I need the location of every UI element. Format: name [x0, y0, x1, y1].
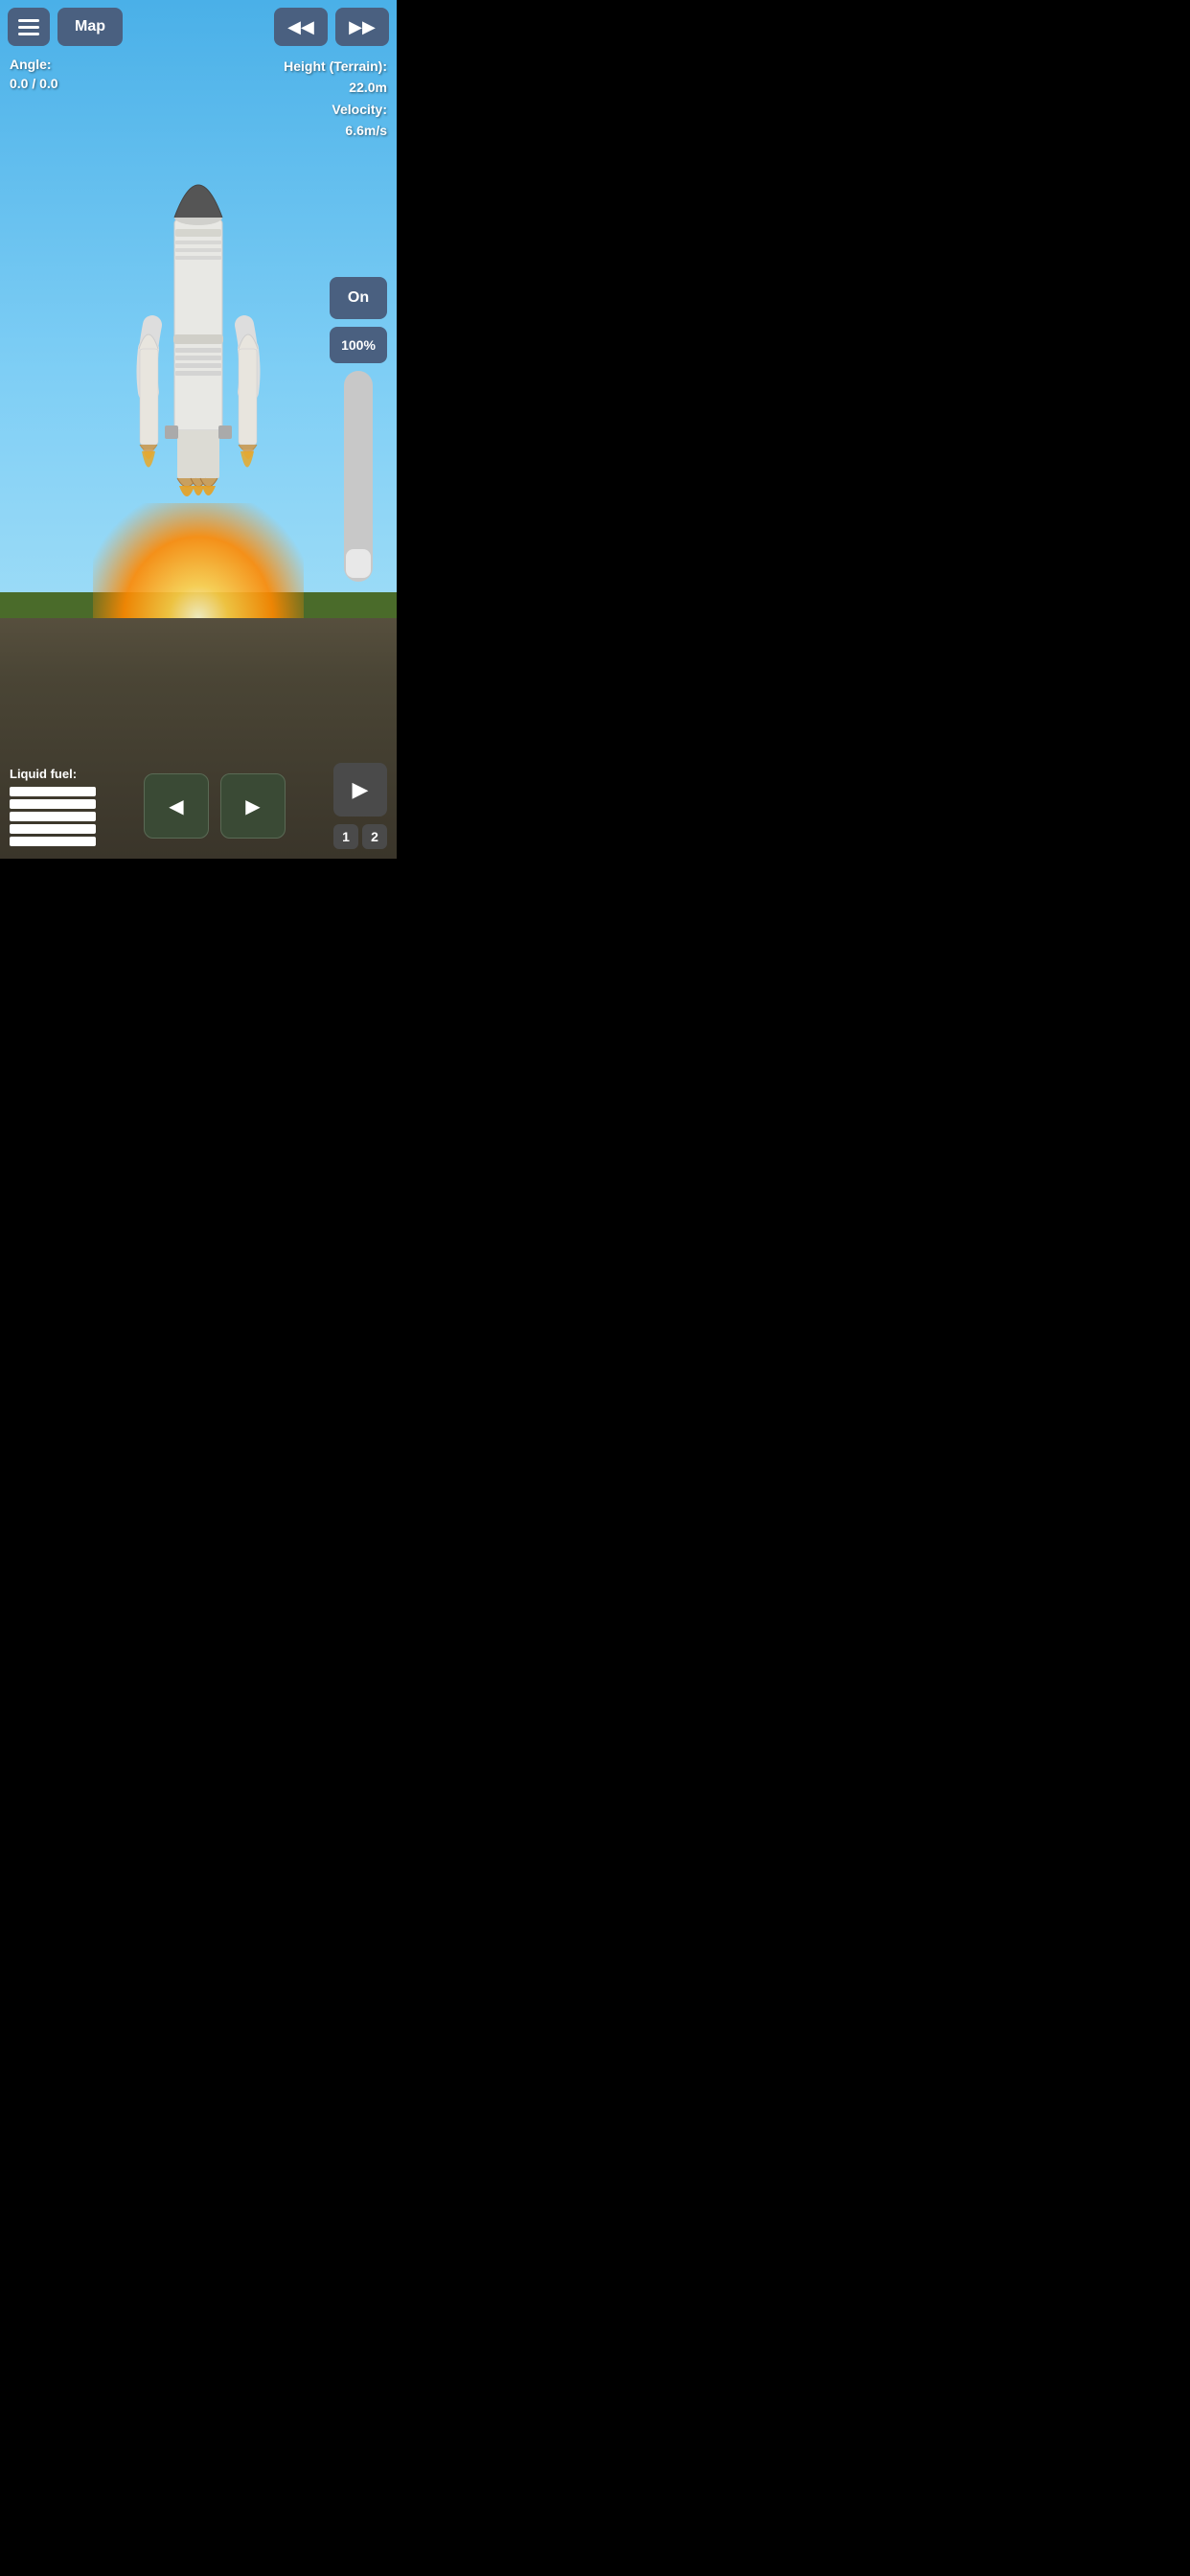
right-controls: On 100% [330, 277, 387, 582]
fuel-label: Liquid fuel: [10, 767, 96, 781]
fuel-bar-3 [10, 812, 96, 821]
stats-left: Angle: 0.0 / 0.0 [10, 56, 58, 93]
rewind-button[interactable]: ◀◀ [274, 8, 328, 46]
stage-2-button[interactable]: 2 [362, 824, 387, 849]
fuel-bar-1 [10, 787, 96, 796]
fuel-section: Liquid fuel: [10, 767, 96, 846]
engine-toggle-button[interactable]: On [330, 277, 387, 319]
fastforward-button[interactable]: ▶▶ [335, 8, 389, 46]
height-label: Height (Terrain): [284, 56, 387, 77]
throttle-handle[interactable] [346, 549, 371, 578]
velocity-label: Velocity: [284, 99, 387, 120]
rocket [112, 143, 285, 627]
angle-value: 0.0 / 0.0 [10, 75, 58, 94]
throttle-percent: 100% [330, 327, 387, 363]
velocity-value: 6.6m/s [284, 120, 387, 141]
stats-right: Height (Terrain): 22.0m Velocity: 6.6m/s [284, 56, 387, 142]
steer-right-button[interactable]: ▶ [220, 773, 286, 839]
top-right-controls: ◀◀ ▶▶ [274, 8, 389, 46]
height-value: 22.0m [284, 77, 387, 98]
fuel-bar-2 [10, 799, 96, 809]
stage-buttons: 1 2 [333, 824, 387, 849]
steer-buttons: ◀ ▶ [144, 773, 286, 839]
map-button[interactable]: Map [57, 8, 123, 46]
top-bar: Map ◀◀ ▶▶ [0, 0, 397, 54]
throttle-slider[interactable] [344, 371, 373, 582]
right-bottom-buttons: ▶ 1 2 [333, 763, 387, 849]
play-button[interactable]: ▶ [333, 763, 387, 816]
menu-button[interactable] [8, 8, 50, 46]
top-left-controls: Map [8, 8, 123, 46]
stage-1-button[interactable]: 1 [333, 824, 358, 849]
fuel-bar-5 [10, 837, 96, 846]
menu-icon [18, 19, 39, 35]
bottom-controls: Liquid fuel: ◀ ▶ ▶ 1 2 [0, 763, 397, 849]
steer-left-button[interactable]: ◀ [144, 773, 209, 839]
game-container: Map ◀◀ ▶▶ Angle: 0.0 / 0.0 Height (Terra… [0, 0, 397, 859]
fuel-bar-4 [10, 824, 96, 834]
angle-label: Angle: [10, 56, 58, 75]
